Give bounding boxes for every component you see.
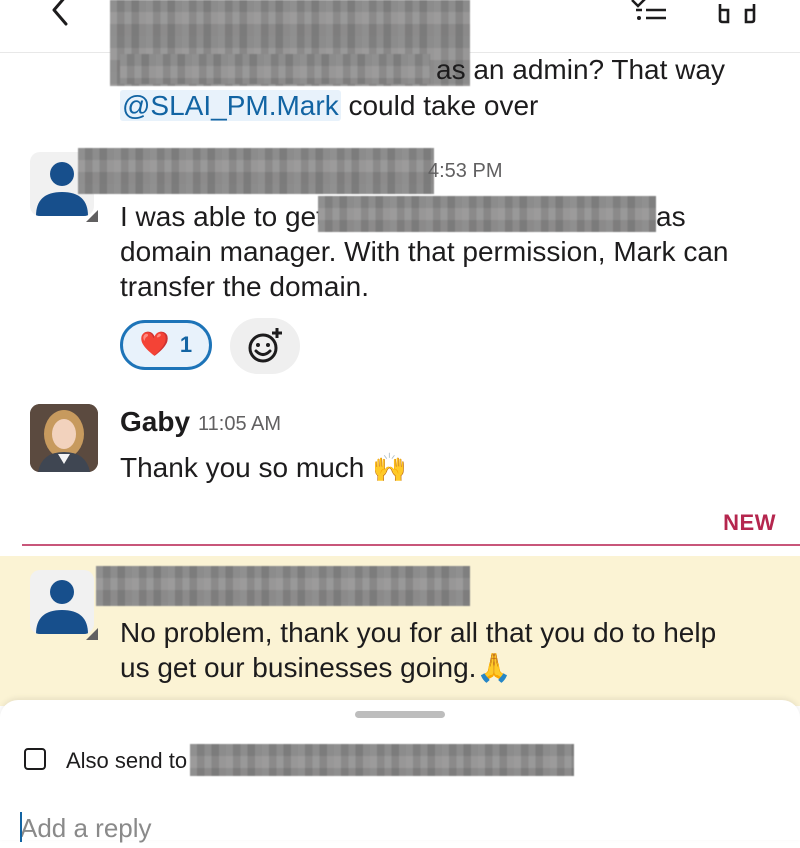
new-messages-divider [22, 544, 800, 546]
sender-name-redacted [78, 148, 434, 194]
avatar-gaby[interactable] [30, 404, 98, 472]
add-reaction-button[interactable] [230, 318, 300, 374]
drag-handle[interactable] [355, 711, 445, 718]
status-icon [86, 210, 98, 222]
huddle-button[interactable] [716, 0, 758, 26]
message-text-rest: could take over [340, 90, 539, 121]
profile-photo [30, 404, 98, 472]
redacted-link [120, 54, 430, 84]
headphones-icon [718, 4, 756, 24]
message-text: No problem, thank you for all that you d… [120, 617, 717, 648]
sender-name[interactable]: Gaby [120, 406, 190, 438]
reaction-count: 1 [179, 332, 193, 357]
message-text: @SLAI_PM.Mark could take over [120, 88, 538, 124]
reaction-heart[interactable]: ❤️ 1 [120, 320, 212, 370]
message-text: transfer the domain. [120, 271, 370, 302]
back-button[interactable] [44, 0, 74, 30]
message-text: as [656, 201, 686, 232]
filter-icon [631, 0, 666, 20]
heart-icon: ❤️ [139, 331, 170, 358]
message-timestamp: 11:05 AM [198, 413, 282, 435]
message-text: as an admin? That way [436, 54, 725, 85]
status-icon [86, 628, 98, 640]
avatar[interactable] [30, 570, 94, 634]
user-mention[interactable]: @SLAI_PM.Mark [120, 90, 341, 121]
new-messages-label: NEW [723, 510, 776, 535]
also-send-checkbox[interactable] [24, 748, 46, 770]
user-silhouette-icon [36, 580, 88, 634]
message-text: domain manager. With that permission, Ma… [120, 236, 729, 267]
channel-name-redacted [190, 744, 574, 776]
sender-name-redacted [96, 566, 470, 606]
add-reaction-icon [248, 328, 282, 363]
filter-button[interactable] [628, 0, 672, 26]
message-text: Thank you so much 🙌 [120, 452, 407, 483]
chevron-left-icon [52, 0, 68, 26]
message-text: us get our businesses going.🙏 [120, 652, 512, 683]
message-timestamp: 4:53 PM [428, 160, 503, 182]
text-cursor [20, 812, 22, 842]
redacted-text [318, 196, 656, 232]
also-send-label: Also send to [66, 748, 188, 773]
message-text: I was able to get [120, 201, 324, 232]
reply-input[interactable] [20, 808, 780, 848]
